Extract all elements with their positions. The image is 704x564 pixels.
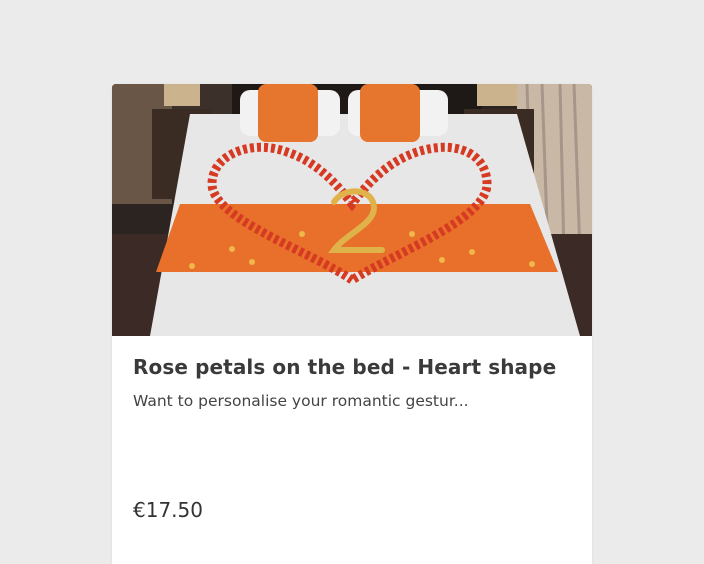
product-description: Want to personalise your romantic gestur… [133,392,469,410]
product-card[interactable]: Rose petals on the bed - Heart shape Wan… [112,84,592,564]
product-price: €17.50 [133,498,203,522]
product-image[interactable] [112,84,592,336]
product-details: Rose petals on the bed - Heart shape Wan… [133,354,574,412]
product-title[interactable]: Rose petals on the bed - Heart shape [133,354,574,380]
